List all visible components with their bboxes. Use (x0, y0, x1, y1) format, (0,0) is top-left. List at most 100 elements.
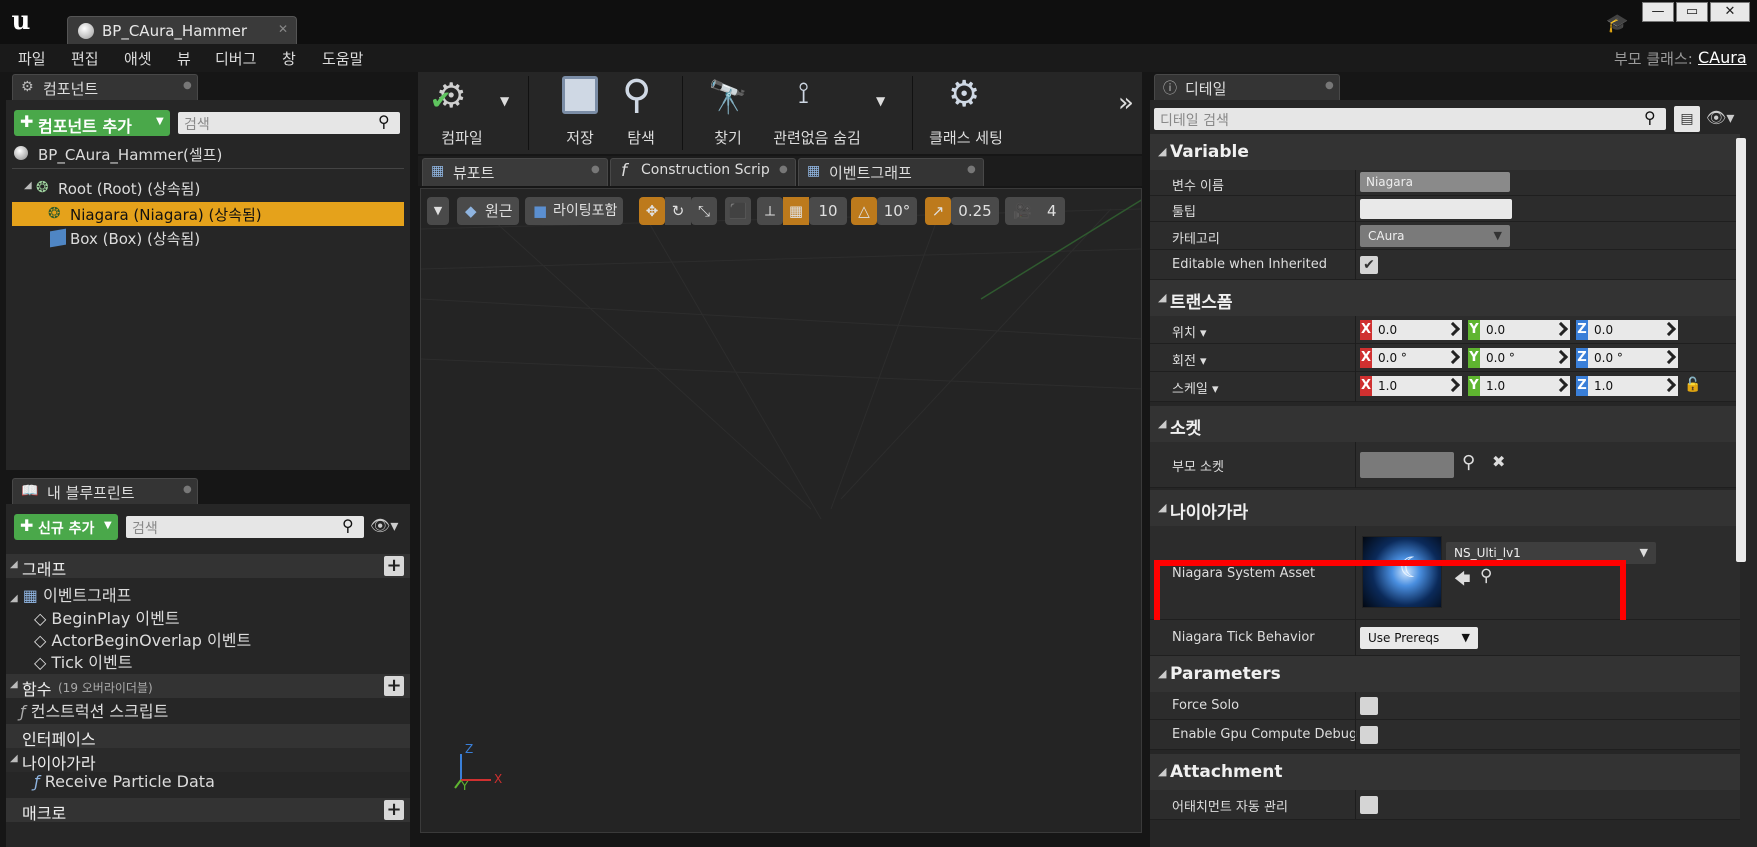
compile-button[interactable]: ⚙ ✔ 컴파일 (422, 72, 502, 154)
event-graph-item[interactable]: ◢ ▦ 이벤트그래프 (10, 582, 131, 606)
tab-components[interactable]: ⚙ 컴포넌트 ● (12, 74, 198, 100)
menu-window[interactable]: 창 (282, 48, 296, 69)
rotation-snap-value[interactable]: 10° (877, 197, 917, 225)
compile-options-chevron-icon[interactable]: ▼ (500, 94, 509, 108)
event-item-actorbeginoverlap[interactable]: ◇ ActorBeginOverlap 이벤트 (34, 627, 251, 651)
menu-help[interactable]: 도움말 (322, 48, 363, 69)
class-settings-button[interactable]: ⚙ 클래스 세팅 (918, 72, 1014, 154)
menu-debug[interactable]: 디버그 (215, 48, 256, 69)
interfaces-category[interactable]: 인터페이스 (6, 724, 410, 749)
functions-category[interactable]: ◢ 함수 (19 오버라이더블) + (6, 674, 410, 699)
scale-snap-icon[interactable]: ↗ (925, 197, 951, 225)
camera-speed-button[interactable]: 🎥 4 (1005, 197, 1065, 225)
grid-snap-value[interactable]: 10 (809, 197, 847, 225)
section-attachment[interactable]: ◢ Attachment (1150, 754, 1740, 790)
surface-snap-icon[interactable]: ⟂ (757, 197, 783, 225)
find-button[interactable]: 🔭 찾기 (696, 72, 760, 154)
rotation-snap-icon[interactable]: △ (851, 197, 877, 225)
maximize-button[interactable]: ▭ (1676, 2, 1708, 22)
browse-button[interactable]: ⚲ 탐색 (608, 72, 674, 154)
details-scrollbar[interactable] (1736, 138, 1746, 562)
toolbar-overflow-icon[interactable]: » (1118, 88, 1134, 118)
force-solo-checkbox[interactable] (1360, 697, 1378, 715)
translate-tool-icon[interactable]: ✥ (639, 197, 665, 225)
close-tab-icon[interactable]: ● (1325, 80, 1334, 91)
tab-details[interactable]: ⓘ 디테일 ● (1154, 74, 1340, 100)
viewport[interactable]: ▼ ◆ 원근 ■ 라이팅포함 ✥ ↻ ⤡ ⬛ ⟂ ▦ 10 △ 10° ↗ 0.… (420, 188, 1142, 833)
construction-script-item[interactable]: ƒ 컨스트럭션 스크립트 (20, 698, 168, 722)
scale-y-field[interactable]: 1.0 (1480, 376, 1570, 396)
tick-behavior-dropdown[interactable]: Use Prereqs ▼ (1360, 627, 1478, 649)
scale-x-field[interactable]: 1.0 (1372, 376, 1462, 396)
search-icon[interactable]: ⚲ (1462, 452, 1475, 473)
lighting-mode-button[interactable]: ■ 라이팅포함 (525, 197, 623, 225)
scale-z-field[interactable]: 1.0 (1588, 376, 1678, 396)
lock-icon[interactable]: 🔓 (1684, 377, 1701, 393)
document-tab[interactable]: BP_CAura_Hammer ✕ (67, 16, 297, 44)
add-function-button[interactable]: + (384, 676, 404, 696)
section-transform[interactable]: ◢ 트랜스폼 (1150, 280, 1740, 316)
rotation-z-field[interactable]: 0.0 ° (1588, 348, 1678, 368)
grid-snap-icon[interactable]: ▦ (783, 197, 809, 225)
menu-edit[interactable]: 편집 (71, 48, 99, 69)
component-search-input[interactable]: 검색 ⚲ (178, 112, 400, 134)
location-x-field[interactable]: 0.0 (1372, 320, 1462, 340)
menu-view[interactable]: 뷰 (177, 48, 191, 69)
blueprint-search-input[interactable]: 검색 ⚲ (126, 516, 364, 538)
location-z-field[interactable]: 0.0 (1588, 320, 1678, 340)
gpu-debug-checkbox[interactable] (1360, 726, 1378, 744)
add-new-button[interactable]: ✚ 신규 추가 ▼ (14, 514, 118, 540)
close-window-button[interactable]: ✕ (1710, 2, 1750, 22)
add-component-button[interactable]: ✚ 컴포넌트 추가 ▼ (14, 110, 170, 136)
add-macro-button[interactable]: + (384, 800, 404, 820)
viewport-options-chevron-icon[interactable]: ▼ (427, 197, 449, 225)
add-graph-button[interactable]: + (384, 556, 404, 576)
learn-cap-icon[interactable]: 🎓 (1606, 13, 1628, 34)
scale-tool-icon[interactable]: ⤡ (691, 197, 717, 225)
scale-snap-value[interactable]: 0.25 (951, 197, 999, 225)
var-name-input[interactable]: Niagara (1360, 172, 1510, 192)
close-tab-icon[interactable]: ● (183, 484, 192, 495)
clear-x-icon[interactable]: ✖ (1492, 452, 1505, 471)
tab-event-graph[interactable]: ▦ 이벤트그래프 ● (798, 158, 984, 186)
section-parameters[interactable]: ◢ Parameters (1150, 656, 1740, 692)
macros-category[interactable]: 매크로 + (6, 798, 410, 823)
tree-item-root[interactable]: ◢ ❂ Root (Root) (상속됨) (6, 176, 410, 200)
section-niagara[interactable]: ◢ 나이아가라 (1150, 490, 1740, 526)
save-button[interactable]: 저장 (550, 72, 610, 154)
close-tab-icon[interactable]: ✕ (278, 22, 288, 36)
close-tab-icon[interactable]: ● (967, 164, 976, 175)
rotation-x-field[interactable]: 0.0 ° (1372, 348, 1462, 368)
tooltip-input[interactable] (1360, 199, 1512, 219)
menu-file[interactable]: 파일 (18, 48, 46, 69)
hide-unrelated-chevron-icon[interactable]: ▼ (876, 94, 885, 108)
rotation-y-field[interactable]: 0.0 ° (1480, 348, 1570, 368)
niagara-category[interactable]: ◢ 나이아가라 (6, 748, 410, 773)
category-dropdown[interactable]: CAura ▼ (1360, 225, 1510, 247)
rotate-tool-icon[interactable]: ↻ (665, 197, 691, 225)
perspective-button[interactable]: ◆ 원근 (457, 197, 519, 225)
minimize-button[interactable]: — (1642, 2, 1674, 22)
event-item-beginplay[interactable]: ◇ BeginPlay 이벤트 (34, 605, 180, 629)
close-tab-icon[interactable]: ● (183, 80, 192, 91)
property-matrix-icon[interactable]: ▤ (1674, 106, 1700, 132)
parent-class-link[interactable]: CAura (1698, 48, 1747, 67)
tree-item-box[interactable]: Box (Box) (상속됨) (6, 226, 410, 250)
rotation-label[interactable]: 회전 ▾ (1172, 350, 1207, 369)
view-options-eye-icon[interactable]: 👁▾ (1706, 108, 1734, 127)
menu-asset[interactable]: 애셋 (124, 48, 152, 69)
tab-viewport[interactable]: ▦ 뷰포트 ● (422, 158, 608, 186)
view-options-eye-icon[interactable]: 👁▾ (370, 516, 398, 535)
close-tab-icon[interactable]: ● (779, 164, 788, 175)
parent-socket-field[interactable] (1360, 452, 1454, 478)
auto-manage-checkbox[interactable] (1360, 796, 1378, 814)
graphs-category[interactable]: ◢ 그래프 + (6, 554, 410, 579)
event-item-tick[interactable]: ◇ Tick 이벤트 (34, 649, 132, 673)
tree-item-niagara[interactable]: ❂ Niagara (Niagara) (상속됨) (12, 202, 404, 226)
location-label[interactable]: 위치 ▾ (1172, 322, 1207, 341)
location-y-field[interactable]: 0.0 (1480, 320, 1570, 340)
details-search-input[interactable]: 디테일 검색 ⚲ (1154, 108, 1666, 130)
receive-particle-data-item[interactable]: ƒ Receive Particle Data (34, 772, 215, 791)
self-component-row[interactable]: BP_CAura_Hammer(셀프) (6, 142, 410, 166)
editable-checkbox[interactable]: ✔ (1360, 256, 1378, 274)
